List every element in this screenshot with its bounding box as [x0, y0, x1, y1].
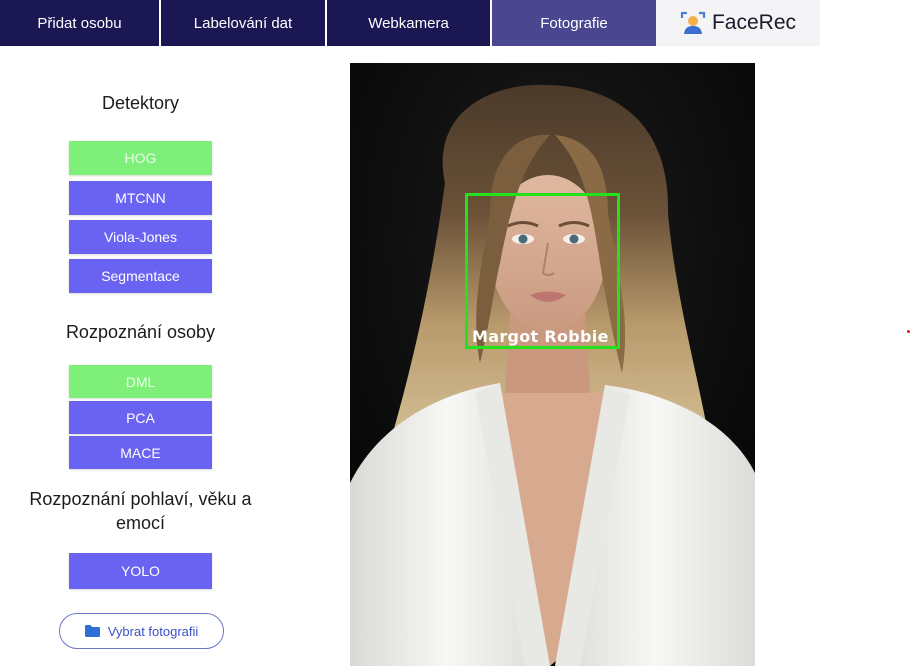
- recognition-pca-button[interactable]: PCA: [69, 401, 212, 434]
- sidebar: Detektory HOG MTCNN Viola-Jones Segmenta…: [0, 46, 281, 666]
- attributes-title-line2: emocí: [115, 513, 166, 533]
- detectors-title: Detektory: [101, 93, 180, 113]
- detector-segmentace-button[interactable]: Segmentace: [69, 259, 212, 293]
- brand-name: FaceRec: [711, 11, 797, 34]
- tab-fotografie[interactable]: Fotografie: [492, 0, 656, 46]
- face-recognition-icon: [680, 11, 706, 35]
- photo-display: Margot Robbie: [350, 63, 755, 666]
- attributes-title-line1: Rozpoznání pohlaví, věku a: [29, 489, 252, 509]
- tab-pridat-osobu[interactable]: Přidat osobu: [0, 0, 161, 46]
- detector-mtcnn-button[interactable]: MTCNN: [69, 181, 212, 215]
- select-photo-button[interactable]: Vybrat fotografii: [59, 613, 224, 649]
- detector-hog-button[interactable]: HOG: [69, 141, 212, 175]
- brand-logo: FaceRec: [656, 0, 820, 46]
- tab-labelovani-dat[interactable]: Labelování dat: [161, 0, 327, 46]
- select-photo-label: Vybrat fotografii: [107, 623, 199, 639]
- recognition-title: Rozpoznání osoby: [65, 322, 216, 342]
- detected-person-label: Margot Robbie: [472, 327, 609, 346]
- portrait-photo: [350, 63, 755, 666]
- recognition-mace-button[interactable]: MACE: [69, 436, 212, 469]
- face-detection-box: [465, 193, 620, 349]
- detector-viola-jones-button[interactable]: Viola-Jones: [69, 220, 212, 254]
- indicator-dot: [907, 330, 910, 333]
- tab-webkamera[interactable]: Webkamera: [327, 0, 492, 46]
- attributes-yolo-button[interactable]: YOLO: [69, 553, 212, 589]
- top-navigation: Přidat osobu Labelování dat Webkamera Fo…: [0, 0, 820, 46]
- folder-icon: [84, 625, 100, 637]
- recognition-dml-button[interactable]: DML: [69, 365, 212, 398]
